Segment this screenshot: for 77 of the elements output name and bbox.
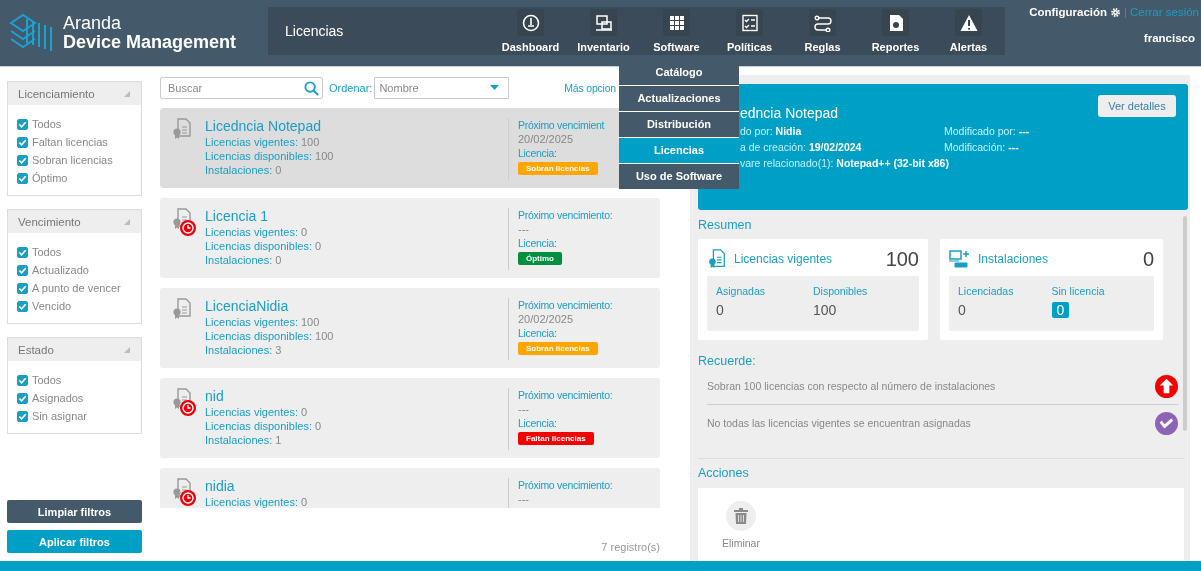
detail-field: do por: Nidia: [740, 125, 802, 137]
checkbox-label: Todos: [32, 374, 62, 386]
checkbox-label: Todos: [32, 118, 62, 130]
expiry-date: ---: [518, 402, 529, 416]
checkbox-label: Vencido: [32, 300, 72, 312]
expiry-label: Próximo vencimiento:: [518, 478, 613, 492]
detail-title: edncia Notepad: [740, 105, 839, 121]
summary-total: 100: [885, 247, 919, 271]
expiry-label: Próximo vencimiento:: [518, 298, 613, 312]
summary-title: Licencias vigentes: [734, 252, 833, 266]
license-status: Faltan licencias: [518, 432, 594, 445]
expiry-date: ---: [518, 222, 529, 236]
license-stat: Licencias vigentes: 100: [205, 135, 321, 149]
checkbox-label: Asignados: [32, 392, 84, 404]
checkbox-label: Todos: [32, 246, 62, 258]
license-stat: Licencias disponibles: 0: [205, 419, 323, 433]
stat-value: 0: [716, 302, 724, 318]
expiry-label: Próximo vencimiento:: [518, 388, 613, 402]
expiry-date: 20/02/2025: [518, 312, 574, 326]
record-count: 7 registro(s): [601, 541, 660, 553]
license-label: Licencia:: [518, 146, 557, 160]
detail-field: a de creación: 19/02/2024: [740, 141, 862, 153]
stat-value: 100: [813, 302, 837, 318]
summary-title: Instalaciones: [978, 252, 1049, 266]
brand-name: Aranda: [63, 14, 123, 33]
reminder-text: Sobran 100 licencias con respecto al número de instalaciones: [707, 380, 996, 392]
license-stat: Instalaciones: 0: [205, 253, 283, 267]
section-title: Recuerde:: [698, 354, 757, 368]
stat-value: 0: [1051, 302, 1070, 318]
section-title: Acciones: [698, 458, 1184, 480]
license-status: Sobran licencias: [518, 342, 598, 355]
license-label: Licencia:: [518, 236, 557, 250]
user-name: francisco: [1143, 32, 1196, 44]
license-stat: Licencias disponibles: 100: [205, 149, 335, 163]
stat-value: 0: [958, 302, 966, 318]
checkbox-label: Óptimo: [32, 172, 68, 184]
summary-total: 0: [1142, 247, 1154, 271]
license-stat: Licencias vigentes: 0: [205, 495, 309, 508]
detail-field: vare relacionado(1): Notepad++ (32-bit x86): [740, 157, 949, 169]
license-name: nid: [205, 388, 225, 404]
license-stat: Licencias vigentes: 0: [205, 405, 309, 419]
license-name: Licedncia Notepad: [205, 118, 322, 134]
expiry-label: Próximo vencimiento:: [518, 208, 613, 222]
license-stat: Licencias disponibles: 0: [205, 239, 323, 253]
section-title: Resumen: [698, 218, 753, 232]
license-stat: Licencias disponibles: 100: [205, 329, 335, 343]
checkbox-label: Sobran licencias: [32, 154, 113, 166]
license-name: nidia: [205, 478, 236, 494]
product-name: Device Management: [63, 33, 237, 52]
license-label: Licencia:: [518, 326, 557, 340]
checkbox-label: Actualizado: [32, 264, 89, 276]
separator: |: [1124, 6, 1127, 18]
detail-field: Modificación: ---: [944, 141, 1019, 153]
stat-label: Licenciadas: [958, 285, 1014, 297]
license-stat: Licencias vigentes: 0: [205, 225, 309, 239]
license-stat: Instalaciones: 1: [205, 433, 283, 447]
expiry-date: ---: [518, 492, 529, 506]
checkbox-label: Sin asignar: [32, 410, 88, 422]
sort-label: Ordenar:: [329, 81, 373, 94]
license-name: Licencia 1: [205, 208, 270, 224]
detail-field: Modificado por: ---: [944, 125, 1030, 137]
checkbox-label: Faltan licencias: [32, 136, 108, 148]
reminder-text: No todas las licencias vigentes se encuentran asignadas: [707, 417, 971, 429]
license-status: Óptimo: [518, 252, 562, 265]
license-label: Licencia:: [518, 416, 557, 430]
stat-label: Sin licencia: [1051, 285, 1105, 297]
expiry-date: 20/02/2025: [518, 132, 574, 146]
license-status: Sobran licencias: [518, 162, 598, 175]
stat-label: Disponibles: [813, 285, 868, 297]
license-stat: Instalaciones: 0: [205, 163, 283, 177]
checkbox-label: A punto de vencer: [32, 282, 121, 294]
page-title: Licencias: [284, 23, 345, 39]
stat-label: Asignadas: [716, 285, 766, 297]
license-name: LicenciaNidia: [205, 298, 290, 314]
expiry-label: Próximo vencimient: [518, 118, 605, 132]
license-stat: Licencias vigentes: 100: [205, 315, 321, 329]
license-stat: Instalaciones: 3: [205, 343, 283, 357]
